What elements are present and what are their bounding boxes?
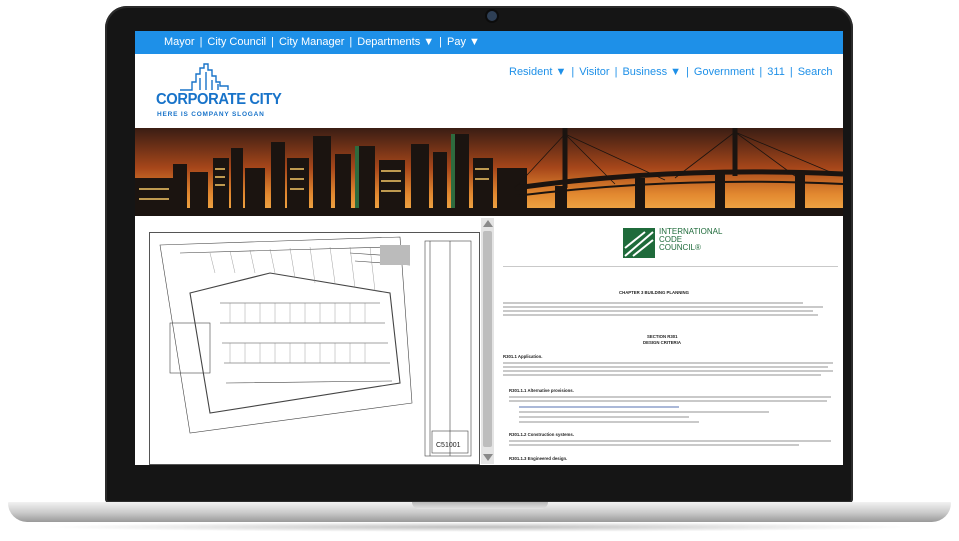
text-line	[519, 421, 699, 423]
nav-separator: |	[439, 36, 443, 48]
nav-separator: |	[614, 66, 618, 78]
nav-link-311[interactable]: 311	[767, 66, 785, 78]
logo-title: CORPORATE CITY	[156, 91, 282, 108]
nav-link-mayor[interactable]: Mayor	[164, 36, 195, 48]
nav-separator: |	[199, 36, 203, 48]
nav-link-city-council[interactable]: City Council	[207, 36, 266, 48]
text-line	[509, 400, 827, 402]
laptop-screen: Mayor | City Council | City Manager | Departme…	[135, 31, 843, 465]
top-navigation-bar: Mayor | City Council | City Manager | Departme…	[135, 31, 843, 54]
site-plan-image: C51001	[150, 233, 479, 464]
nav-separator: |	[759, 66, 763, 78]
content-area: C51001 INTERNATIONAL CODE COUNCIL® CHAPT…	[135, 216, 843, 465]
main-navigation: Resident ▼ | Visitor | Business ▼ | Government…	[509, 66, 833, 78]
heading-application: R301.1 Application.	[503, 354, 543, 359]
sheet-number: C51001	[436, 442, 461, 449]
text-line	[503, 366, 828, 368]
nav-link-search[interactable]: Search	[798, 66, 833, 78]
skyline-image	[135, 128, 843, 216]
text-line	[503, 370, 833, 372]
nav-link-city-manager[interactable]: City Manager	[279, 36, 344, 48]
site-logo[interactable]: CORPORATE CITY HERE IS COMPANY SLOGAN	[156, 60, 282, 120]
scroll-up-arrow-icon[interactable]	[483, 220, 493, 227]
nav-separator: |	[789, 66, 793, 78]
text-line	[519, 416, 689, 418]
laptop-shadow	[40, 522, 920, 532]
logo-slogan: HERE IS COMPANY SLOGAN	[157, 111, 265, 118]
text-line	[509, 444, 799, 446]
text-line	[509, 396, 831, 398]
text-line	[519, 411, 769, 413]
nav-link-visitor[interactable]: Visitor	[579, 66, 609, 78]
nav-separator: |	[271, 36, 274, 48]
text-line	[503, 306, 823, 308]
skyline-logo-icon	[180, 63, 229, 91]
code-document-viewer: INTERNATIONAL CODE COUNCIL® CHAPTER 3 BU…	[495, 216, 843, 465]
divider	[503, 266, 838, 267]
nav-link-government[interactable]: Government	[694, 66, 755, 78]
heading-alternative-provisions: R301.1.1 Alternative provisions.	[509, 388, 574, 393]
text-line	[503, 362, 833, 364]
city-skyline-banner	[135, 128, 843, 216]
icc-logo-text: INTERNATIONAL CODE COUNCIL®	[659, 227, 723, 252]
nav-dropdown-departments[interactable]: Departments ▼	[357, 36, 434, 48]
text-line	[503, 374, 821, 376]
icc-logo-icon	[623, 228, 655, 258]
laptop-notch	[412, 502, 548, 509]
section-subtitle: DESIGN CRITERIA	[643, 340, 681, 345]
scrollbar-thumb[interactable]	[483, 231, 492, 447]
nav-dropdown-resident[interactable]: Resident ▼	[509, 66, 566, 78]
nav-dropdown-pay[interactable]: Pay ▼	[447, 36, 480, 48]
heading-construction-systems: R301.1.2 Construction systems.	[509, 432, 574, 437]
nav-separator: |	[571, 66, 575, 78]
nav-separator: |	[686, 66, 689, 78]
chapter-title: CHAPTER 3 BUILDING PLANNING	[619, 290, 689, 295]
section-title: SECTION R301	[647, 334, 678, 339]
doc-link[interactable]	[519, 406, 679, 408]
document-scrollbar[interactable]	[481, 218, 494, 464]
scroll-down-arrow-icon[interactable]	[483, 454, 493, 461]
icc-logo: INTERNATIONAL CODE COUNCIL®	[623, 228, 743, 258]
text-line	[503, 310, 813, 312]
nav-separator: |	[349, 36, 353, 48]
heading-engineered-design: R301.1.3 Engineered design.	[509, 456, 568, 461]
text-line	[503, 314, 818, 316]
site-header: CORPORATE CITY HERE IS COMPANY SLOGAN Re…	[135, 54, 843, 128]
text-line	[509, 440, 831, 442]
camera-icon	[487, 11, 497, 21]
nav-dropdown-business[interactable]: Business ▼	[622, 66, 681, 78]
site-plan-drawing[interactable]: C51001	[149, 232, 480, 465]
text-line	[503, 302, 803, 304]
